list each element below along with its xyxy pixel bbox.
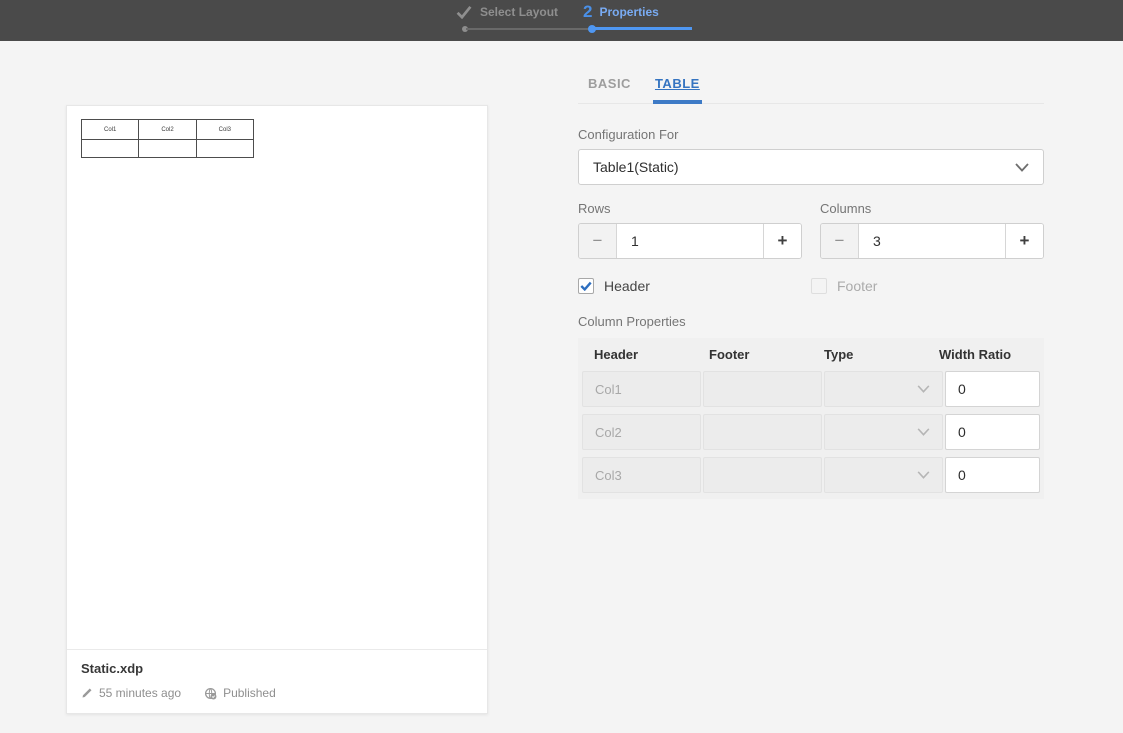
col3-footer-field — [703, 457, 822, 493]
thumb-body-cell — [82, 140, 139, 158]
col3-width-ratio-cell — [945, 457, 1040, 493]
asset-status: Published — [204, 686, 276, 700]
col2-type-select — [824, 414, 943, 450]
col-header-footer: Footer — [697, 347, 810, 362]
thumb-col2-header: Col2 — [139, 120, 196, 140]
thumb-body-cell — [196, 140, 253, 158]
rows-stepper: − + — [578, 223, 802, 259]
thumb-body-cell — [139, 140, 196, 158]
col2-header-field: Col2 — [582, 414, 701, 450]
footer-checkbox-group: Footer — [811, 278, 1026, 294]
col3-header-field: Col3 — [582, 457, 701, 493]
wizard-step1-label: Select Layout — [480, 5, 558, 19]
chevron-down-icon — [917, 385, 930, 393]
asset-modified: 55 minutes ago — [81, 686, 181, 700]
configuration-for-select[interactable]: Table1(Static) — [578, 149, 1044, 185]
table-row: Col3 — [582, 457, 1040, 493]
header-checkbox[interactable] — [578, 278, 594, 294]
col1-type-select — [824, 371, 943, 407]
rows-label: Rows — [578, 201, 802, 216]
chevron-down-icon — [917, 471, 930, 479]
checkmark-icon — [456, 5, 472, 19]
rows-input[interactable] — [617, 224, 763, 258]
rows-decrement-button[interactable]: − — [579, 224, 617, 258]
asset-card-footer: Static.xdp 55 minutes ago Published — [67, 649, 487, 713]
columns-decrement-button[interactable]: − — [821, 224, 859, 258]
wizard-step-properties[interactable]: 2 Properties — [583, 2, 659, 22]
wizard-header: Select Layout 2 Properties — [0, 0, 1123, 41]
columns-increment-button[interactable]: + — [1005, 224, 1043, 258]
col1-width-ratio-cell — [945, 371, 1040, 407]
footer-checkbox — [811, 278, 827, 294]
col-header-width-ratio: Width Ratio — [927, 347, 1040, 362]
column-properties-table: Header Footer Type Width Ratio Col1 Col2 — [578, 338, 1044, 499]
col1-footer-field — [703, 371, 822, 407]
tab-basic[interactable]: BASIC — [588, 76, 631, 103]
rows-increment-button[interactable]: + — [763, 224, 801, 258]
properties-panel: BASIC TABLE Configuration For Table1(Sta… — [578, 41, 1044, 499]
col-header-type: Type — [812, 347, 925, 362]
wizard-progress-track — [462, 24, 692, 33]
asset-title: Static.xdp — [81, 661, 473, 676]
pencil-icon — [81, 687, 93, 699]
tab-table[interactable]: TABLE — [655, 76, 700, 103]
published-globe-icon — [204, 687, 217, 700]
check-icon — [580, 281, 592, 291]
col2-width-ratio-input[interactable] — [946, 415, 1039, 449]
col3-width-ratio-input[interactable] — [946, 458, 1039, 492]
rows-field: Rows − + — [578, 201, 802, 259]
footer-checkbox-label: Footer — [837, 278, 877, 294]
progress-line-step2 — [595, 27, 692, 30]
table-row: Col2 — [582, 414, 1040, 450]
column-properties-header-row: Header Footer Type Width Ratio — [582, 338, 1040, 371]
header-checkbox-label: Header — [604, 278, 650, 294]
wizard-step-select-layout[interactable]: Select Layout — [456, 5, 558, 19]
wizard-step2-number: 2 — [583, 2, 592, 22]
col2-footer-field — [703, 414, 822, 450]
header-checkbox-group: Header — [578, 278, 793, 294]
columns-label: Columns — [820, 201, 1044, 216]
asset-preview-card: Col1 Col2 Col3 Static.xdp 55 minutes ago — [66, 105, 488, 714]
column-properties-label: Column Properties — [578, 314, 1044, 329]
thumb-col1-header: Col1 — [82, 120, 139, 140]
progress-line-step1 — [466, 28, 591, 30]
columns-stepper: − + — [820, 223, 1044, 259]
columns-field: Columns − + — [820, 201, 1044, 259]
col2-width-ratio-cell — [945, 414, 1040, 450]
col3-type-select — [824, 457, 943, 493]
table-row: Col1 — [582, 371, 1040, 407]
columns-input[interactable] — [859, 224, 1005, 258]
asset-status-text: Published — [223, 686, 276, 700]
chevron-down-icon — [1015, 163, 1029, 172]
configuration-for-label: Configuration For — [578, 127, 1044, 142]
thumb-col3-header: Col3 — [196, 120, 253, 140]
col-header-header: Header — [582, 347, 695, 362]
asset-modified-text: 55 minutes ago — [99, 686, 181, 700]
col1-header-field: Col1 — [582, 371, 701, 407]
wizard-step2-label: Properties — [599, 5, 658, 19]
form-preview-thumbnail: Col1 Col2 Col3 — [81, 119, 254, 158]
col1-width-ratio-input[interactable] — [946, 372, 1039, 406]
configuration-for-value: Table1(Static) — [593, 159, 679, 175]
properties-tabs: BASIC TABLE — [578, 41, 1044, 104]
chevron-down-icon — [917, 428, 930, 436]
